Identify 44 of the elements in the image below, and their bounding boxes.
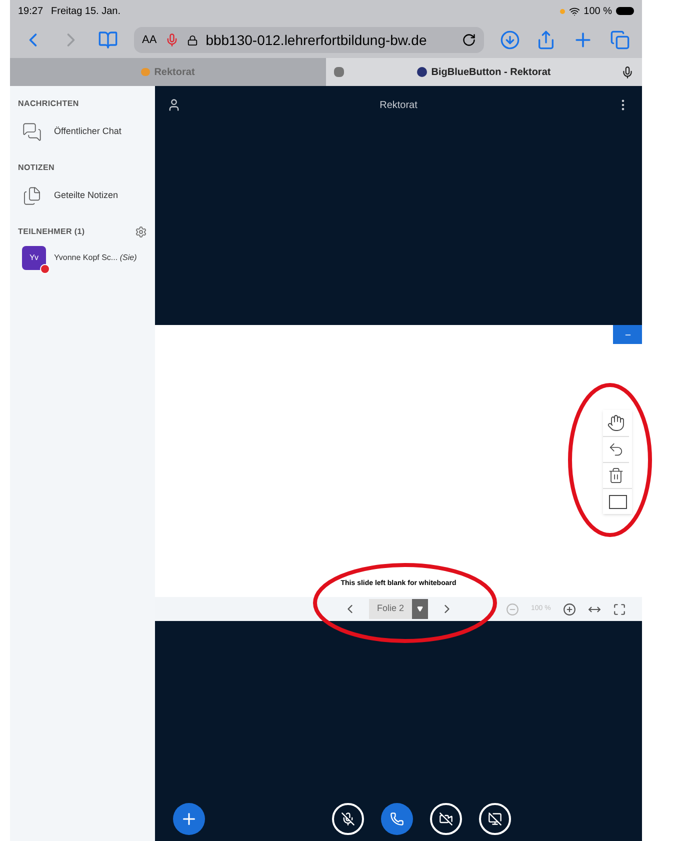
clock: 19:27 [18, 4, 44, 18]
hang-up-button[interactable] [381, 803, 413, 835]
user-avatar: Yv [22, 246, 46, 270]
sidebar-item[interactable]: Öffentlicher Chat [10, 114, 155, 150]
date: Freitag 15. Jan. [51, 4, 121, 18]
camera-off-icon [439, 812, 453, 826]
sidebar-item[interactable]: Geteilte Notizen [10, 178, 155, 214]
microphone-icon [164, 33, 179, 47]
section-heading: TEILNEHMER (1) [17, 226, 86, 238]
muted-microphone-icon [341, 812, 355, 826]
mute-button[interactable] [332, 803, 364, 835]
screen-off-icon [488, 812, 502, 826]
screen-share-button[interactable] [479, 803, 511, 835]
reload-icon[interactable] [462, 33, 476, 47]
participant-item[interactable]: Yv Yvonne Kopf Sc... (Sie) [10, 242, 155, 274]
battery-percent: 100 % [584, 4, 612, 18]
documents-icon [22, 186, 42, 206]
microphone-icon [621, 66, 634, 78]
plus-icon [180, 810, 198, 828]
section-heading: NACHRICHTEN [17, 98, 80, 110]
user-list-toggle-icon[interactable] [167, 98, 181, 112]
actions-button[interactable] [173, 803, 205, 835]
chat-bubbles-icon [22, 122, 42, 142]
browser-tab[interactable]: BigBlueButton - Rektorat [326, 58, 642, 86]
bookmarks-icon[interactable] [98, 30, 118, 50]
tabs-icon[interactable] [610, 30, 630, 50]
camera-button[interactable] [430, 803, 462, 835]
wifi-icon [568, 6, 580, 16]
settings-icon[interactable] [135, 226, 147, 238]
address-field[interactable]: AA bbb130-012.lehrerfortbildung-bw.de [134, 27, 484, 53]
zoom-in-icon[interactable] [562, 602, 576, 616]
share-icon[interactable] [536, 30, 556, 50]
phone-icon [390, 812, 404, 826]
section-heading: NOTIZEN [17, 162, 56, 174]
slide-select[interactable]: Folie 2 [369, 599, 428, 619]
participant-name: Yvonne Kopf Sc... (Sie) [54, 252, 137, 264]
caret-icon [417, 606, 424, 612]
site-icon [141, 68, 150, 76]
fullscreen-icon[interactable] [612, 602, 626, 616]
download-icon[interactable] [500, 30, 520, 50]
meeting-title: Rektorat [380, 99, 418, 113]
battery-icon [616, 7, 634, 15]
site-icon [417, 67, 428, 77]
lock-icon [186, 34, 198, 46]
